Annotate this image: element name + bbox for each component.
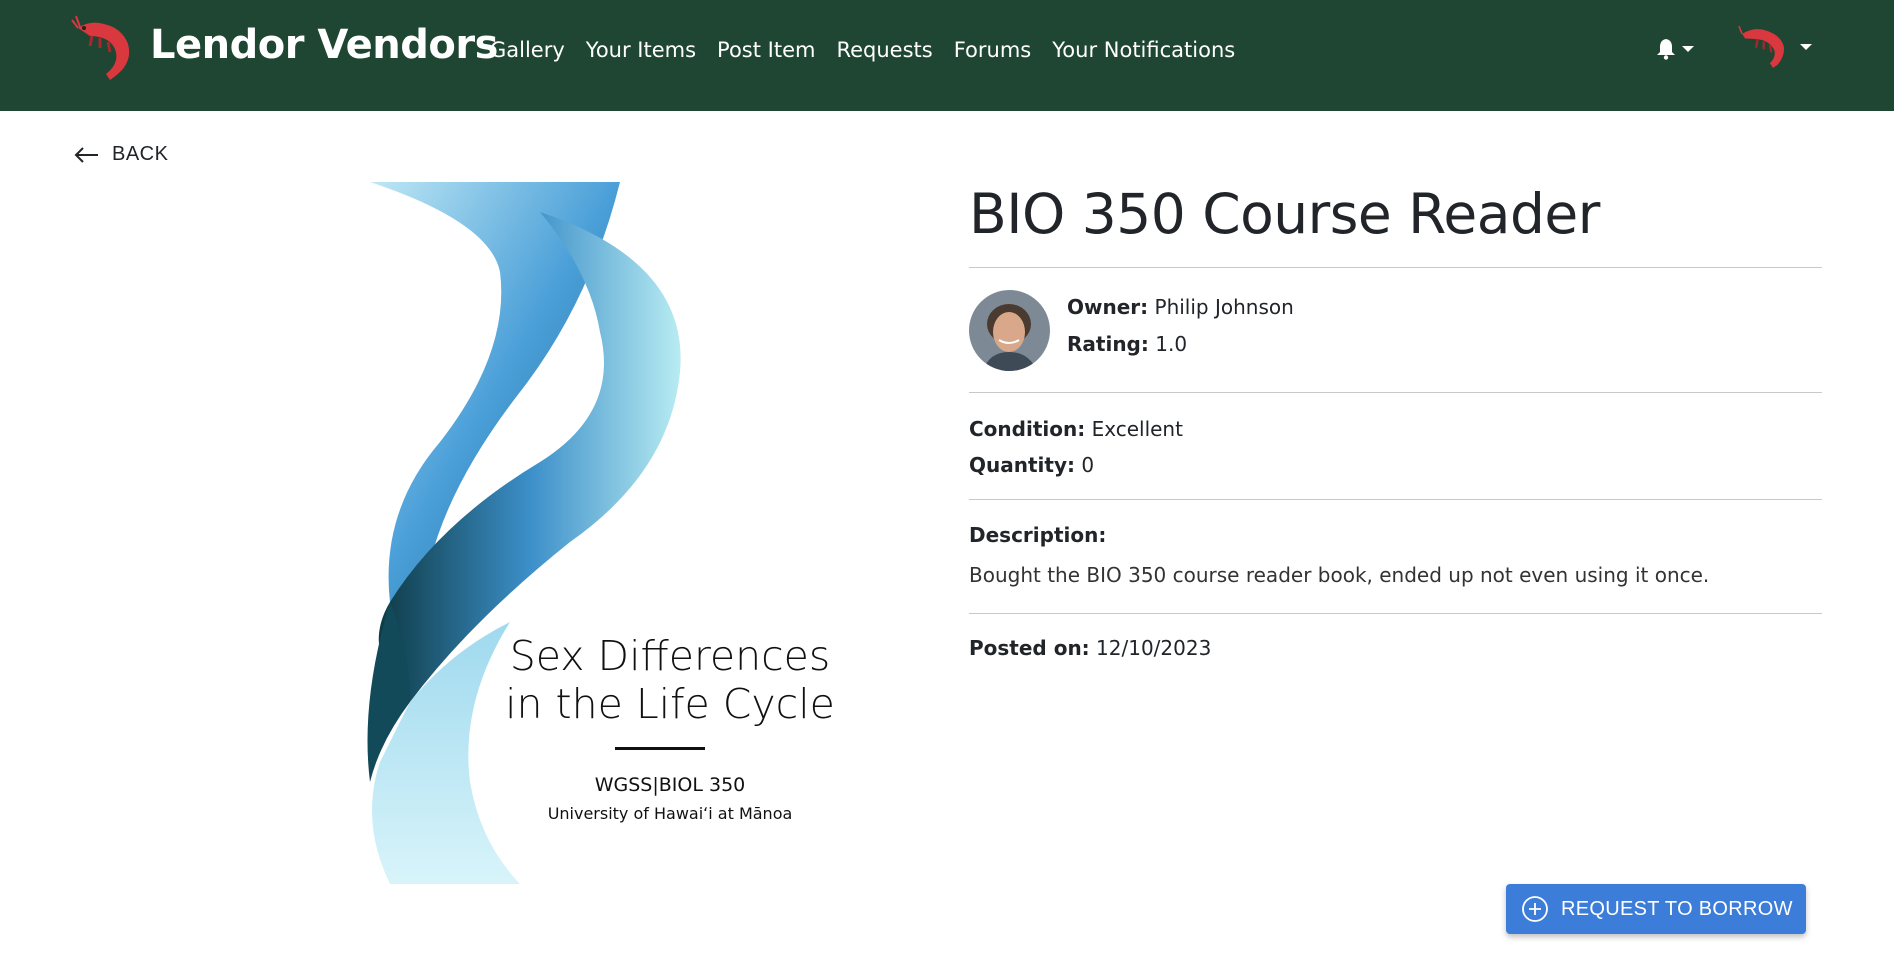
nav-forums[interactable]: Forums <box>954 38 1032 62</box>
cover-title-line2: in the Life Cycle <box>505 680 835 728</box>
nav-post-item[interactable]: Post Item <box>717 38 815 62</box>
user-menu-dropdown[interactable] <box>1738 20 1812 74</box>
back-label: BACK <box>112 143 169 165</box>
request-to-borrow-label: REQUEST TO BORROW <box>1561 897 1793 920</box>
arrow-left-icon <box>74 146 98 163</box>
quantity-row: Quantity: 0 <box>969 453 1094 477</box>
request-to-borrow-button[interactable]: REQUEST TO BORROW <box>1506 884 1806 934</box>
chevron-down-icon <box>1800 44 1812 50</box>
divider <box>969 392 1822 393</box>
bell-icon <box>1657 39 1675 60</box>
item-title: BIO 350 Course Reader <box>969 182 1600 246</box>
nav-your-notifications[interactable]: Your Notifications <box>1052 38 1235 62</box>
shrimp-logo-icon <box>71 15 130 81</box>
item-cover-image: Sex Differences in the Life Cycle WGSS|B… <box>350 182 850 884</box>
rating-value: 1.0 <box>1155 332 1188 356</box>
description-heading: Description: <box>969 523 1106 547</box>
plus-circle-icon <box>1522 896 1548 922</box>
condition-row: Condition: Excellent <box>969 417 1183 441</box>
nav-links: Gallery Your Items Post Item Requests Fo… <box>490 38 1256 62</box>
divider <box>969 499 1822 500</box>
posted-date: 12/10/2023 <box>1096 636 1212 660</box>
navbar: Lendor Vendors Gallery Your Items Post I… <box>0 0 1894 111</box>
owner-avatar[interactable] <box>969 290 1050 371</box>
quantity-label: Quantity: <box>969 453 1075 477</box>
cover-university: University of Hawaiʻi at Mānoa <box>547 804 793 823</box>
rating-row: Rating: 1.0 <box>1067 332 1187 356</box>
posted-label: Posted on: <box>969 636 1090 660</box>
nav-gallery[interactable]: Gallery <box>490 38 565 62</box>
owner-label: Owner: <box>1067 295 1149 319</box>
brand[interactable]: Lendor Vendors <box>70 14 498 84</box>
condition-value: Excellent <box>1091 417 1183 441</box>
quantity-value: 0 <box>1081 453 1095 477</box>
owner-name[interactable]: Philip Johnson <box>1155 295 1294 319</box>
cover-course-code: WGSS|BIOL 350 <box>594 774 746 796</box>
chevron-down-icon <box>1682 46 1694 52</box>
cover-title-line1: Sex Differences <box>509 632 831 680</box>
condition-label: Condition: <box>969 417 1086 441</box>
divider <box>969 613 1822 614</box>
user-avatar-icon <box>1738 25 1784 68</box>
posted-row: Posted on: 12/10/2023 <box>969 636 1211 660</box>
description-label: Description: <box>969 523 1107 547</box>
notifications-dropdown[interactable] <box>1656 38 1694 60</box>
owner-row: Owner: Philip Johnson <box>1067 295 1294 319</box>
rating-label: Rating: <box>1067 332 1149 356</box>
description-text: Bought the BIO 350 course reader book, e… <box>969 563 1710 587</box>
cover-divider <box>615 747 705 750</box>
cover-title: Sex Differences in the Life Cycle <box>495 632 845 728</box>
nav-requests[interactable]: Requests <box>836 38 932 62</box>
owner-photo <box>969 290 1050 371</box>
brand-name[interactable]: Lendor Vendors <box>150 22 498 68</box>
back-button[interactable]: BACK <box>74 143 168 166</box>
divider <box>969 267 1822 268</box>
nav-your-items[interactable]: Your Items <box>586 38 696 62</box>
